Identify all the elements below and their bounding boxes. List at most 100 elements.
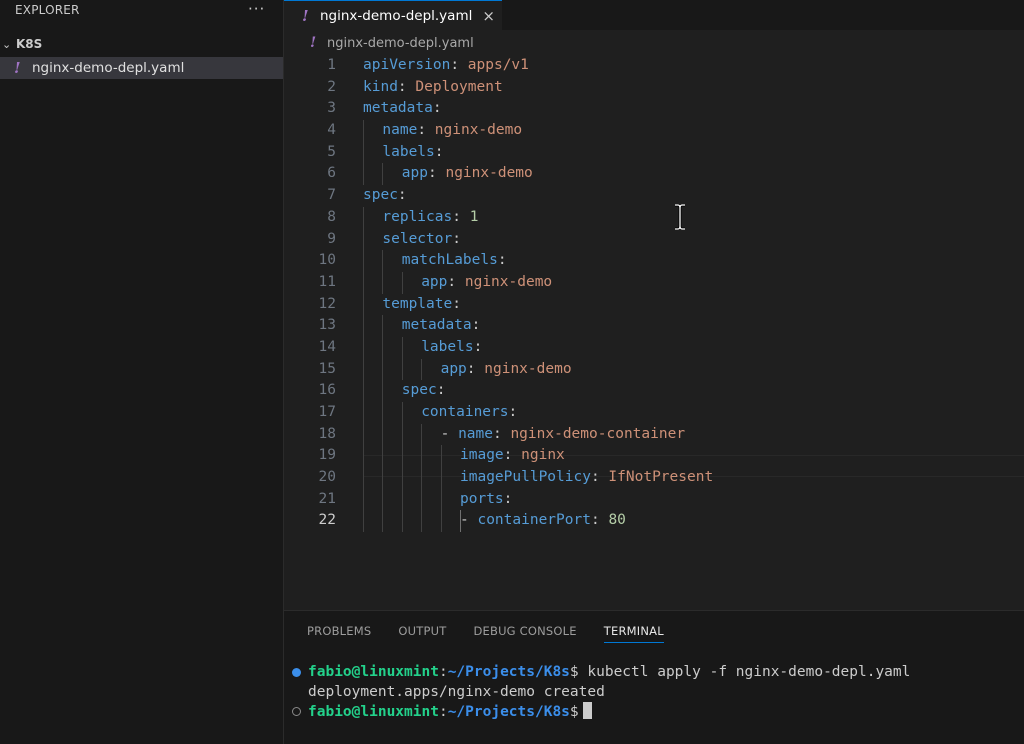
code-line[interactable]: 19 image: nginx: [284, 445, 1024, 468]
code-line[interactable]: 21 ports:: [284, 488, 1024, 511]
command-status-icon[interactable]: [292, 707, 301, 716]
indent-guide: [363, 293, 364, 316]
terminal-line: deployment.apps/nginx-demo created: [284, 683, 1024, 703]
yaml-key: matchLabels: [401, 252, 498, 269]
indent-guide: [382, 445, 384, 468]
code-content: ports:: [460, 489, 512, 511]
code-line[interactable]: 3 metadata:: [284, 98, 1024, 120]
yaml-key: app: [401, 165, 428, 182]
indent-guide: [382, 163, 384, 186]
folder-k8s[interactable]: ⌄ K8S: [0, 34, 283, 54]
file-name: nginx-demo-depl.yaml: [32, 60, 185, 76]
yaml-colon: :: [492, 425, 511, 442]
tab-nginx-demo-depl[interactable]: ! nginx-demo-depl.yaml ×: [284, 0, 502, 30]
code-line[interactable]: 5 labels:: [284, 141, 1024, 164]
editor-tab-bar: ! nginx-demo-depl.yaml ×: [284, 0, 1024, 30]
yaml-value: 80: [608, 512, 626, 529]
line-number: 11: [318, 273, 336, 290]
yaml-key: labels: [382, 143, 435, 160]
bottom-panel: PROBLEMS OUTPUT DEBUG CONSOLE TERMINAL fabi…: [284, 610, 1024, 744]
indent-guide: [382, 315, 384, 337]
tab-output[interactable]: OUTPUT: [398, 611, 446, 651]
yaml-colon: :: [497, 252, 507, 269]
explorer-sidebar: EXPLORER ··· ⌄ K8S ! nginx-demo-depl.yam…: [0, 0, 284, 744]
yaml-colon: :: [417, 122, 435, 139]
indent-guide: [421, 358, 423, 381]
indent-guide: [363, 358, 364, 381]
file-item-nginx-demo-depl[interactable]: ! nginx-demo-depl.yaml: [0, 57, 283, 79]
code-content: spec:: [363, 185, 407, 207]
indent-guide: [401, 445, 403, 468]
line-number: 20: [318, 469, 336, 486]
indent-guide: [363, 271, 364, 294]
code-line[interactable]: 15 app: nginx-demo: [284, 358, 1024, 381]
indent-guide: [440, 467, 442, 489]
yaml-colon: :: [452, 230, 461, 247]
code-line[interactable]: 1 apiVersion: apps/v1: [284, 55, 1024, 77]
code-view[interactable]: 1 apiVersion: apps/v1 2 kind: Deployment 3 me…: [284, 55, 1024, 533]
yaml-key: metadata: [363, 100, 433, 117]
breadcrumb[interactable]: ! nginx-demo-depl.yaml: [310, 32, 474, 54]
indent-guide: [401, 467, 403, 489]
code-line[interactable]: 8 replicas: 1: [284, 206, 1024, 229]
code-line[interactable]: 16 spec:: [284, 380, 1024, 402]
yaml-colon: :: [436, 382, 446, 399]
code-line[interactable]: 13 metadata:: [284, 315, 1024, 337]
code-line[interactable]: 22 - containerPort: 80: [284, 510, 1024, 533]
code-line[interactable]: 20 imagePullPolicy: IfNotPresent: [284, 467, 1024, 489]
more-actions-icon[interactable]: ···: [248, 0, 265, 18]
line-number: 6: [327, 165, 336, 182]
explorer-title: EXPLORER: [15, 3, 80, 17]
line-number: 8: [327, 208, 336, 225]
yaml-value: nginx-demo: [434, 122, 523, 139]
line-number: 18: [318, 425, 336, 442]
terminal-view[interactable]: fabio@linuxmint:~/Projects/K8s$ kubectl …: [284, 663, 1024, 722]
code-line[interactable]: 4 name: nginx-demo: [284, 120, 1024, 142]
yaml-value: nginx-demo-container: [510, 425, 686, 442]
code-line[interactable]: 12 template:: [284, 293, 1024, 316]
indent-guide: [363, 402, 364, 424]
close-icon[interactable]: ×: [482, 7, 495, 25]
yaml-key: containers: [421, 404, 509, 420]
indent-guide: [363, 488, 364, 511]
yaml-colon: :: [590, 512, 609, 529]
code-line[interactable]: 9 selector:: [284, 228, 1024, 251]
code-line[interactable]: 10 matchLabels:: [284, 250, 1024, 272]
yaml-key: app: [421, 273, 448, 290]
code-line[interactable]: 17 containers:: [284, 402, 1024, 424]
code-content: matchLabels:: [402, 250, 507, 272]
tab-terminal[interactable]: TERMINAL: [603, 611, 664, 651]
code-line[interactable]: 14 labels:: [284, 336, 1024, 359]
yaml-value: nginx-demo: [445, 165, 533, 182]
code-content: template:: [382, 294, 461, 316]
code-line[interactable]: 2 kind: Deployment: [284, 77, 1024, 99]
tab-debug-console[interactable]: DEBUG CONSOLE: [473, 611, 576, 651]
yaml-value: IfNotPresent: [608, 469, 714, 486]
breadcrumb-file: nginx-demo-depl.yaml: [327, 35, 474, 51]
code-line[interactable]: 6 app: nginx-demo: [284, 163, 1024, 186]
yaml-colon: :: [503, 447, 522, 464]
code-content: name: nginx-demo: [382, 120, 522, 142]
yaml-key: containerPort: [477, 512, 591, 529]
code-line[interactable]: 7 spec:: [284, 185, 1024, 207]
prompt-suffix: $: [569, 664, 588, 680]
code-line[interactable]: 18 - name: nginx-demo-container: [284, 423, 1024, 446]
tab-problems[interactable]: PROBLEMS: [307, 611, 371, 651]
command-status-icon[interactable]: [292, 668, 301, 677]
list-dash: -: [440, 425, 459, 442]
prompt-path: ~/Projects/K8s: [447, 704, 570, 720]
editor-area[interactable]: ! nginx-demo-depl.yaml × ! nginx-demo-de…: [284, 0, 1024, 610]
indent-guide: [382, 271, 384, 294]
yaml-colon: :: [471, 317, 481, 334]
yaml-key: spec: [401, 382, 437, 399]
indent-guide: [421, 423, 423, 446]
yaml-key: image: [460, 447, 504, 464]
prompt-path: ~/Projects/K8s: [447, 664, 570, 680]
indent-guide: [382, 402, 384, 424]
code-content: image: nginx: [460, 445, 565, 467]
terminal-output: deployment.apps/nginx-demo created: [308, 683, 605, 700]
code-line[interactable]: 11 app: nginx-demo: [284, 271, 1024, 294]
line-number: 17: [318, 404, 336, 420]
yaml-value: nginx: [521, 447, 565, 464]
line-number: 9: [327, 230, 336, 247]
